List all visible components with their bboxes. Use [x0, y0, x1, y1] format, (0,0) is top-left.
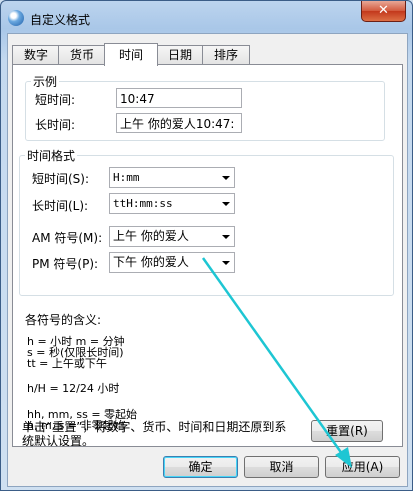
short-time-combo[interactable]: H:mm [109, 167, 235, 188]
symbol-meaning-title: 各符号的含义: [25, 313, 102, 327]
example-short-field: 10:47 [116, 88, 242, 108]
pm-symbol-label: PM 符号(P): [32, 257, 99, 271]
long-time-label: 长时间(L): [32, 199, 89, 213]
example-group-title: 示例 [31, 73, 60, 90]
meaning-line-4: h/H = 12/24 小时 [27, 382, 120, 395]
tab-number[interactable]: 数字 [12, 45, 60, 65]
pm-symbol-combo[interactable]: 下午 你的爱人 [109, 252, 235, 273]
short-time-value: H:mm [113, 171, 140, 184]
close-button[interactable]: ✕ [361, 1, 406, 22]
chevron-down-icon [222, 176, 230, 180]
reset-button[interactable]: 重置(R) [311, 420, 383, 442]
example-long-field: 上午 你的爱人10:47: [116, 113, 242, 133]
am-symbol-label: AM 符号(M): [32, 231, 103, 245]
time-format-group-title: 时间格式 [25, 147, 78, 164]
tab-currency[interactable]: 货币 [58, 45, 106, 65]
long-time-value: ttH:mm:ss [113, 197, 173, 210]
tab-sort[interactable]: 排序 [202, 45, 250, 65]
chevron-down-icon [222, 261, 230, 265]
short-time-label: 短时间(S): [32, 172, 90, 186]
time-format-group: 时间格式 短时间(S): H:mm 长时间(L): ttH:mm:ss AM 符… [19, 147, 394, 296]
dialog-body: 数字 货币 时间 日期 排序 示例 短时间: 10:47 长时间: 上午 你的爱… [7, 33, 408, 487]
meaning-line-3: tt = 上午或下午 [27, 357, 107, 370]
am-symbol-value: 上午 你的爱人 [113, 229, 189, 243]
cancel-button[interactable]: 取消 [244, 456, 319, 478]
window-title: 自定义格式 [30, 13, 91, 27]
example-long-label: 长时间: [35, 118, 76, 132]
globe-icon [8, 10, 24, 26]
example-short-label: 短时间: [35, 93, 76, 107]
tab-time[interactable]: 时间 [104, 43, 158, 66]
chevron-down-icon [222, 202, 230, 206]
am-symbol-combo[interactable]: 上午 你的爱人 [109, 226, 235, 247]
ok-button[interactable]: 确定 [163, 456, 238, 478]
tab-date[interactable]: 日期 [156, 45, 204, 65]
apply-button[interactable]: 应用(A) [325, 456, 400, 478]
time-tab-panel: 示例 短时间: 10:47 长时间: 上午 你的爱人10:47: 时间格式 短时… [12, 64, 403, 447]
chevron-down-icon [222, 235, 230, 239]
long-time-combo[interactable]: ttH:mm:ss [109, 193, 235, 214]
dialog-window: 自定义格式 ✕ 数字 货币 时间 日期 排序 示例 短时间: 10:47 长时间… [0, 0, 413, 491]
pm-symbol-value: 下午 你的爱人 [113, 255, 189, 269]
example-group: 示例 短时间: 10:47 长时间: 上午 你的爱人10:47: [25, 73, 385, 141]
reset-description-line-2: 统默认设置。 [22, 434, 95, 448]
title-bar[interactable]: 自定义格式 ✕ [1, 1, 412, 33]
